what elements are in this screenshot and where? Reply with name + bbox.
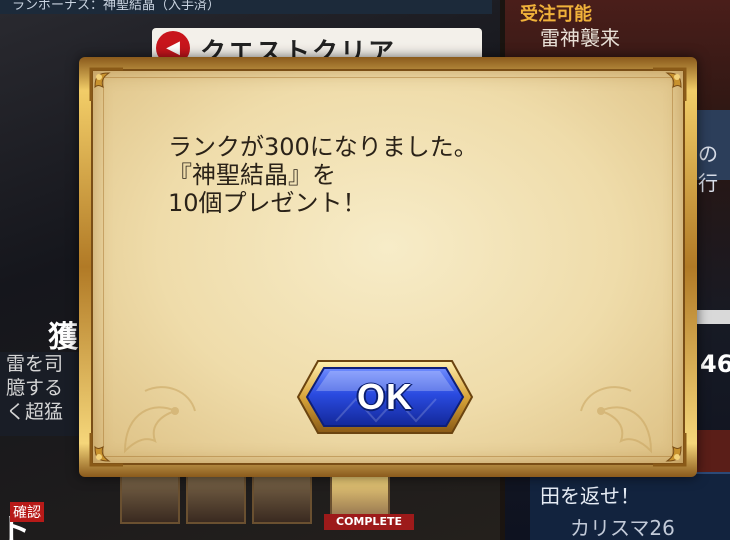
- corner-ornament-icon: [653, 67, 687, 101]
- dialog-message-line: 『神聖結晶』を: [168, 161, 336, 189]
- confirm-badge[interactable]: 確認: [10, 502, 44, 522]
- left-description-line: 臆する: [6, 377, 64, 399]
- dialog-message: ランクが300になりました。 『神聖結晶』を 10個プレゼント！: [168, 133, 478, 217]
- right-side-progress: [697, 310, 730, 324]
- left-description-box: 雷を司 臆する く超猛: [0, 352, 80, 436]
- dialog-message-line: 10個プレゼント！: [168, 189, 367, 217]
- character-portrait[interactable]: [120, 474, 180, 524]
- flourish-ornament-icon: [580, 386, 653, 454]
- complete-tag: COMPLETE: [324, 514, 414, 530]
- ok-button-label: OK: [357, 376, 413, 417]
- ok-button[interactable]: OK: [296, 359, 474, 435]
- left-description-line: く超猛: [6, 401, 64, 423]
- character-portrait[interactable]: [186, 474, 246, 524]
- left-description-line: 雷を司: [6, 353, 64, 375]
- quest-card-title: 田を返せ！: [540, 484, 640, 508]
- flourish-ornament-icon: [123, 386, 196, 454]
- right-side-number: 46: [700, 350, 730, 378]
- corner-ornament-icon: [89, 67, 123, 101]
- quest-title-right[interactable]: 雷神襲来: [540, 22, 620, 51]
- quest-card-charisma: カリスマ26: [570, 516, 675, 540]
- dialog-message-line: ランクが300になりました。: [168, 133, 478, 161]
- character-portrait[interactable]: [252, 474, 312, 524]
- top-info-bar: ランボーナス：神聖結晶（入手済）: [0, 0, 492, 14]
- left-title-fragment: 獲: [48, 320, 78, 355]
- right-side-card-text: の行: [698, 142, 718, 195]
